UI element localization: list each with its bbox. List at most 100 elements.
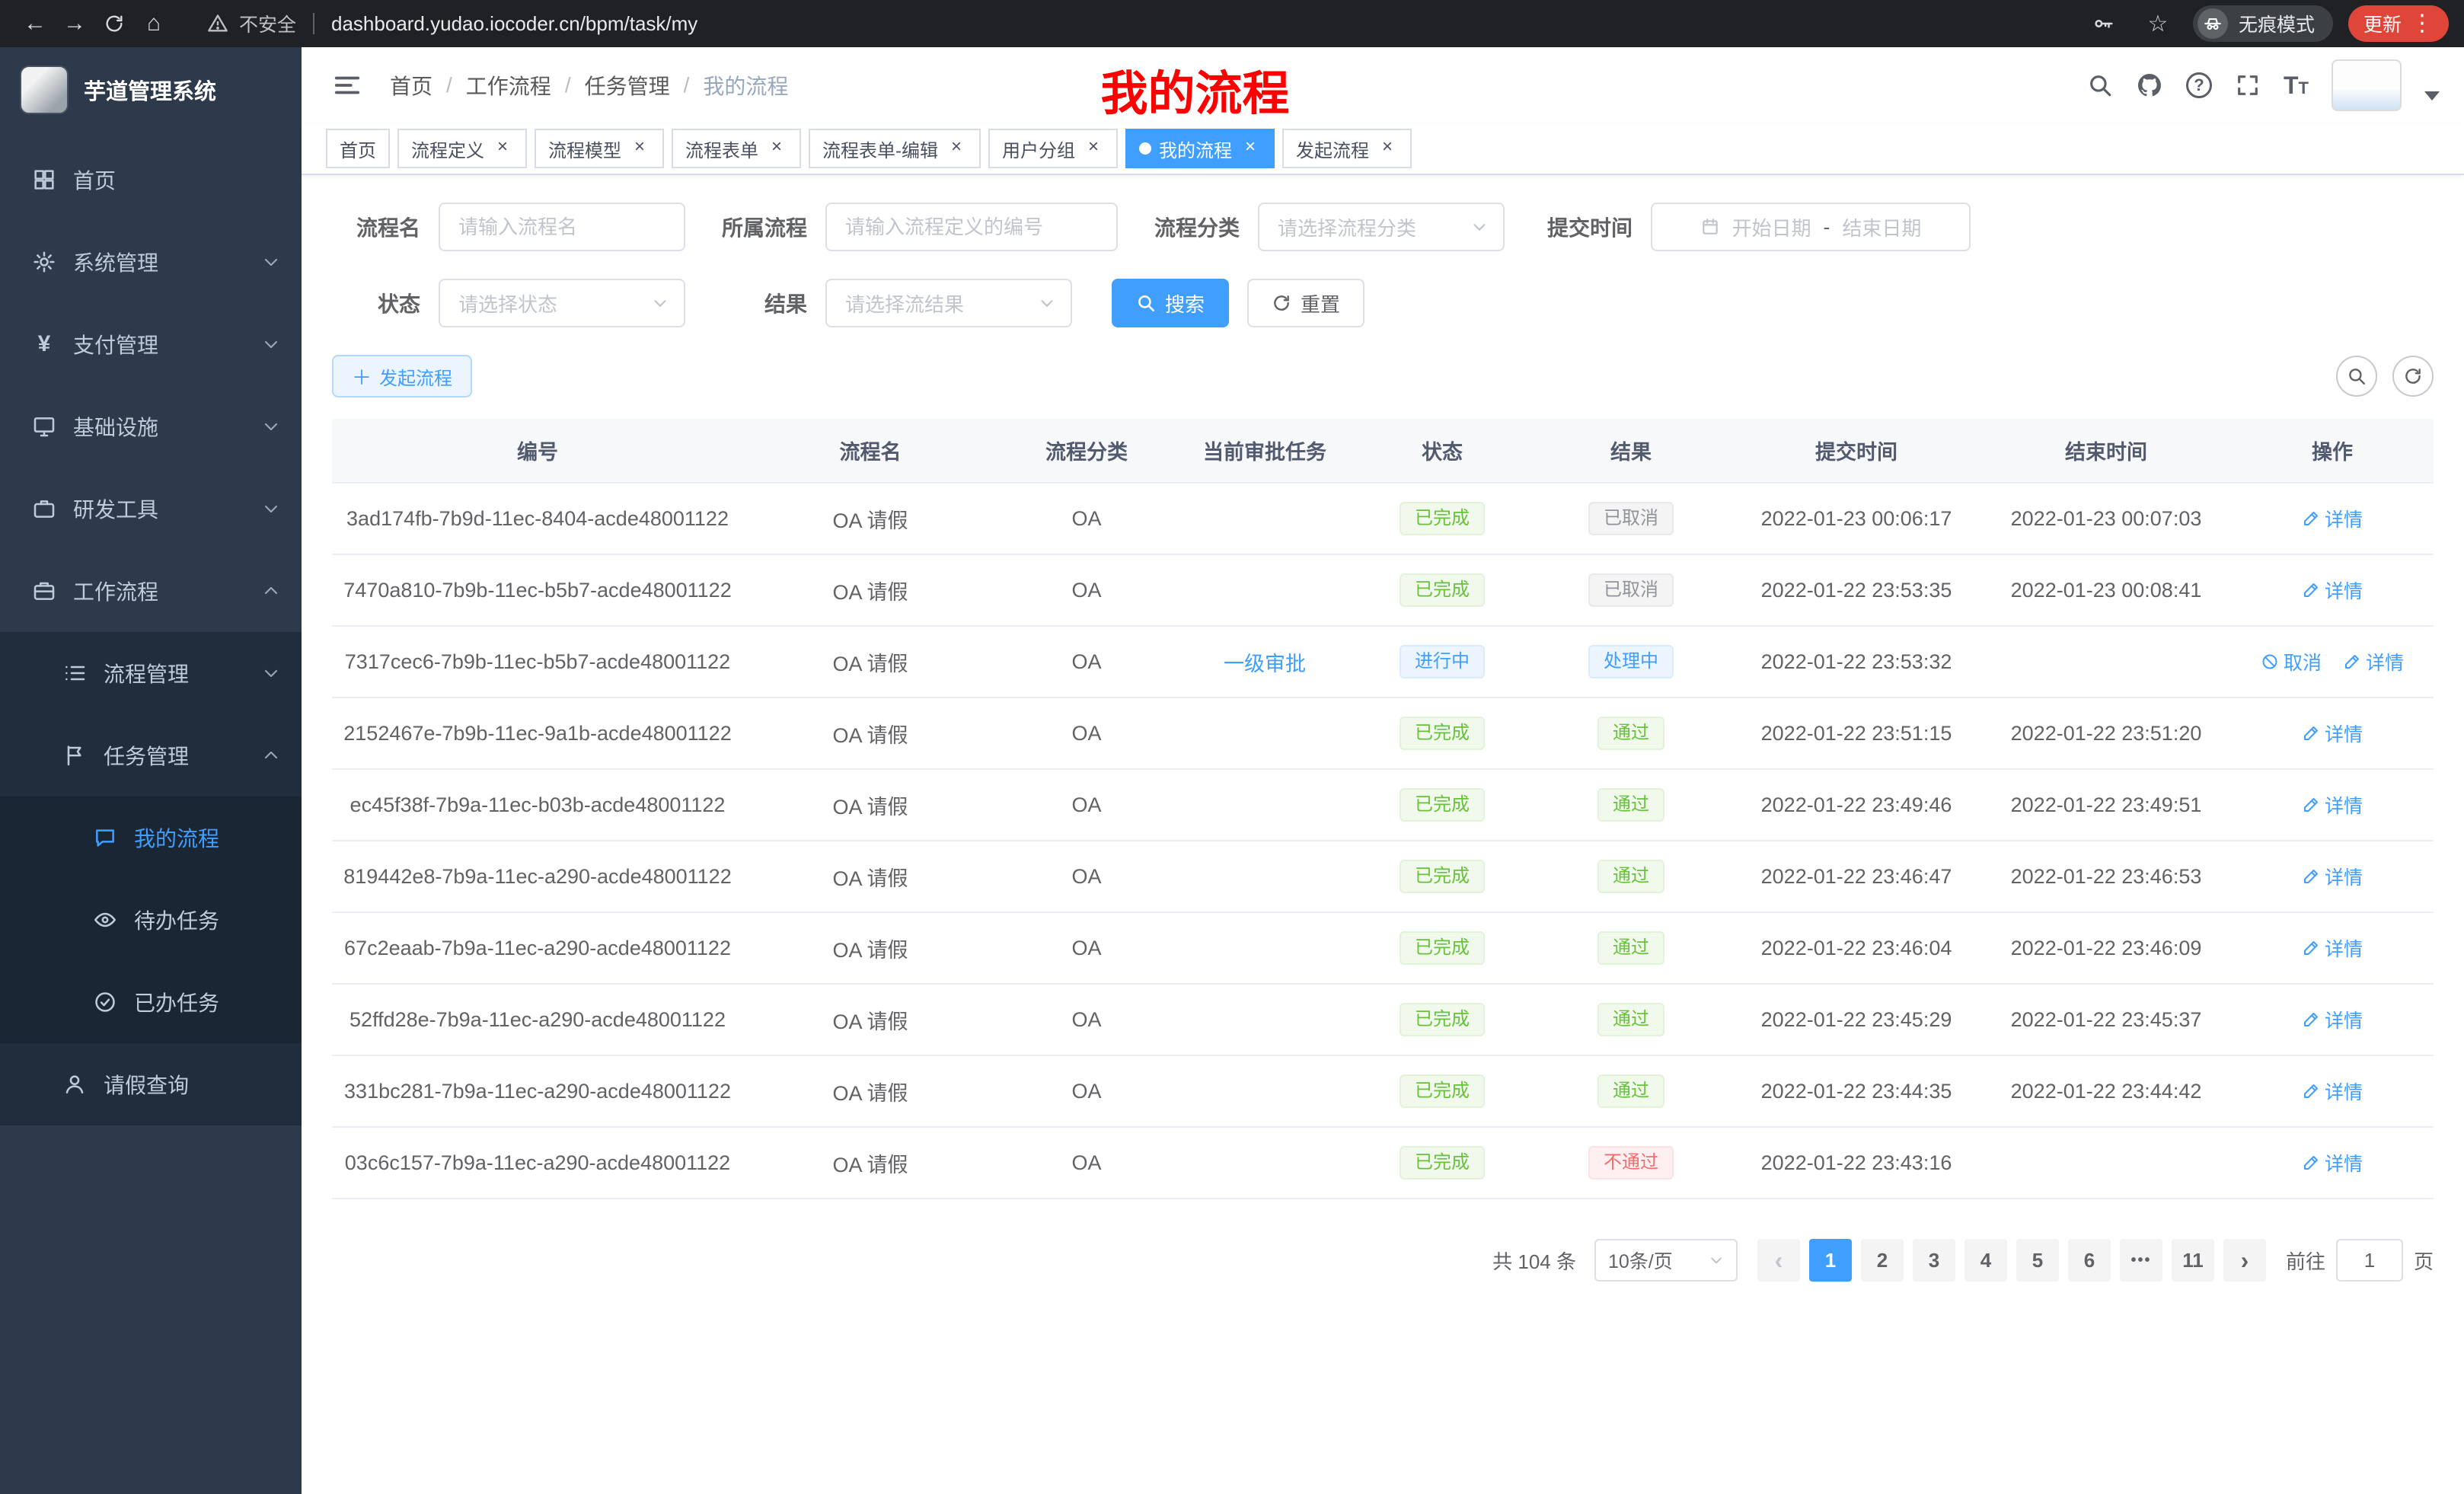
sidebar-item-label: 支付管理: [73, 329, 158, 359]
app-logo[interactable]: 芋道管理系统: [0, 47, 302, 132]
page-button-11[interactable]: 11: [2172, 1239, 2214, 1282]
reset-button[interactable]: 重置: [1247, 279, 1364, 327]
parent-process-input[interactable]: [825, 203, 1118, 251]
pagination-total: 共 104 条: [1492, 1247, 1576, 1275]
tab-3[interactable]: 流程表单×: [672, 129, 801, 168]
cancel-action[interactable]: 取消: [2261, 648, 2322, 675]
category-select[interactable]: 请选择流程分类: [1258, 203, 1505, 251]
tab-label: 流程模型: [548, 136, 621, 162]
goto-page-input[interactable]: [2336, 1239, 2403, 1282]
page-button-6[interactable]: 6: [2068, 1239, 2111, 1282]
incognito-chip[interactable]: 无痕模式: [2193, 5, 2333, 42]
goto-suffix: 页: [2414, 1247, 2434, 1275]
sidebar-item-leave-query[interactable]: 请假查询: [0, 1043, 302, 1125]
sidebar-item-done-tasks[interactable]: 已办任务: [0, 961, 302, 1043]
browser-home-icon[interactable]: ⌂: [134, 4, 174, 43]
close-icon[interactable]: ×: [1083, 138, 1104, 159]
page-button-5[interactable]: 5: [2016, 1239, 2059, 1282]
browser-refresh-icon[interactable]: [94, 4, 134, 43]
sidebar-item-system[interactable]: 系统管理: [0, 221, 302, 303]
avatar-caret-down-icon[interactable]: [2424, 91, 2440, 101]
detail-action[interactable]: 详情: [2302, 505, 2363, 532]
cell-category: OA: [997, 912, 1176, 984]
breadcrumb-separator: /: [565, 73, 571, 97]
sidebar-item-todo-tasks[interactable]: 待办任务: [0, 879, 302, 961]
tab-5[interactable]: 用户分组×: [988, 129, 1118, 168]
table-row: 3ad174fb-7b9d-11ec-8404-acde48001122OA 请…: [332, 483, 2434, 554]
page-button-4[interactable]: 4: [1964, 1239, 2007, 1282]
sidebar-item-devtools[interactable]: 研发工具: [0, 468, 302, 550]
help-icon[interactable]: ?: [2186, 72, 2212, 98]
bookmark-star-icon[interactable]: ☆: [2138, 4, 2178, 43]
page-button-2[interactable]: 2: [1861, 1239, 1904, 1282]
tab-7[interactable]: 发起流程×: [1282, 129, 1412, 168]
tab-4[interactable]: 流程表单-编辑×: [809, 129, 981, 168]
sidebar-item-infrastructure[interactable]: 基础设施: [0, 385, 302, 468]
cell-actions: 详情: [2231, 841, 2434, 912]
detail-action[interactable]: 详情: [2302, 934, 2363, 962]
toggle-search-button[interactable]: [2336, 356, 2377, 397]
search-button[interactable]: 搜索: [1112, 279, 1229, 327]
close-icon[interactable]: ×: [492, 138, 513, 159]
detail-action[interactable]: 详情: [2302, 1149, 2363, 1176]
detail-action[interactable]: 详情: [2302, 863, 2363, 890]
sidebar-item-label: 我的流程: [134, 822, 219, 853]
close-icon[interactable]: ×: [1377, 138, 1398, 159]
navbar: 首页 / 工作流程 / 任务管理 / 我的流程 ?: [302, 47, 2464, 123]
tab-1[interactable]: 流程定义×: [397, 129, 527, 168]
status-select[interactable]: 请选择状态: [439, 279, 685, 327]
browser-menu-icon[interactable]: ⋮: [2411, 12, 2434, 35]
browser-back-icon[interactable]: ←: [15, 4, 55, 43]
tab-6[interactable]: 我的流程×: [1125, 129, 1275, 168]
detail-action[interactable]: 详情: [2302, 791, 2363, 819]
key-icon[interactable]: [2083, 4, 2123, 43]
sidebar-item-my-process[interactable]: 我的流程: [0, 796, 302, 879]
detail-action[interactable]: 详情: [2302, 1077, 2363, 1105]
font-size-icon[interactable]: TT: [2284, 72, 2309, 100]
create-process-button[interactable]: ＋ 发起流程: [332, 355, 472, 397]
detail-action[interactable]: 详情: [2302, 576, 2363, 604]
close-icon[interactable]: ×: [766, 138, 787, 159]
prev-page-button[interactable]: ‹: [1757, 1239, 1800, 1282]
address-bar[interactable]: 不安全 dashboard.yudao.iocoder.cn/bpm/task/…: [207, 10, 2083, 37]
sidebar-item-workflow[interactable]: 工作流程: [0, 550, 302, 632]
breadcrumb-item[interactable]: 首页: [390, 70, 432, 101]
page-size-select[interactable]: 10条/页: [1594, 1239, 1738, 1282]
browser-forward-icon[interactable]: →: [55, 4, 94, 43]
header-search-icon[interactable]: [2087, 72, 2113, 98]
page-button-3[interactable]: 3: [1913, 1239, 1955, 1282]
detail-action[interactable]: 详情: [2302, 720, 2363, 747]
submit-time-range-picker[interactable]: 开始日期 - 结束日期: [1651, 203, 1971, 251]
chevron-down-icon: [1039, 295, 1055, 311]
breadcrumb-item[interactable]: 任务管理: [585, 70, 670, 101]
sidebar-item-payment[interactable]: ¥支付管理: [0, 303, 302, 385]
sidebar-item-task-management[interactable]: 任务管理: [0, 714, 302, 796]
cell-status: 已完成: [1354, 483, 1530, 554]
sidebar-item-process-management[interactable]: 流程管理: [0, 632, 302, 714]
close-icon[interactable]: ×: [629, 138, 650, 159]
pages-ellipsis[interactable]: •••: [2120, 1239, 2162, 1282]
breadcrumb-item[interactable]: 工作流程: [466, 70, 551, 101]
detail-action[interactable]: 详情: [2343, 648, 2404, 675]
process-table: 编号流程名流程分类当前审批任务状态结果提交时间结束时间操作 3ad174fb-7…: [332, 419, 2434, 1199]
cell-result: 通过: [1530, 1055, 1732, 1127]
next-page-button[interactable]: ›: [2223, 1239, 2266, 1282]
process-name-input[interactable]: [439, 203, 685, 251]
update-button[interactable]: 更新 ⋮: [2348, 5, 2449, 42]
filter-row-1: 流程名 所属流程 流程分类 请选择流程分类 提交时间 开始日期 - 结束日期: [332, 203, 2434, 251]
result-select[interactable]: 请选择流结果: [825, 279, 1072, 327]
page-button-1[interactable]: 1: [1809, 1239, 1852, 1282]
close-icon[interactable]: ×: [946, 138, 967, 159]
github-icon[interactable]: [2136, 72, 2163, 99]
sidebar-item-home[interactable]: 首页: [0, 139, 302, 221]
tab-0[interactable]: 首页: [326, 129, 390, 168]
tab-2[interactable]: 流程模型 ×: [535, 129, 664, 168]
avatar[interactable]: [2332, 59, 2402, 111]
refresh-table-button[interactable]: [2392, 356, 2434, 397]
current-task-link[interactable]: 一级审批: [1224, 653, 1306, 675]
result-tag: 处理中: [1588, 645, 1674, 678]
close-icon[interactable]: ×: [1240, 138, 1261, 159]
fullscreen-icon[interactable]: [2235, 72, 2261, 98]
detail-action[interactable]: 详情: [2302, 1006, 2363, 1033]
hamburger-icon[interactable]: [326, 64, 369, 107]
